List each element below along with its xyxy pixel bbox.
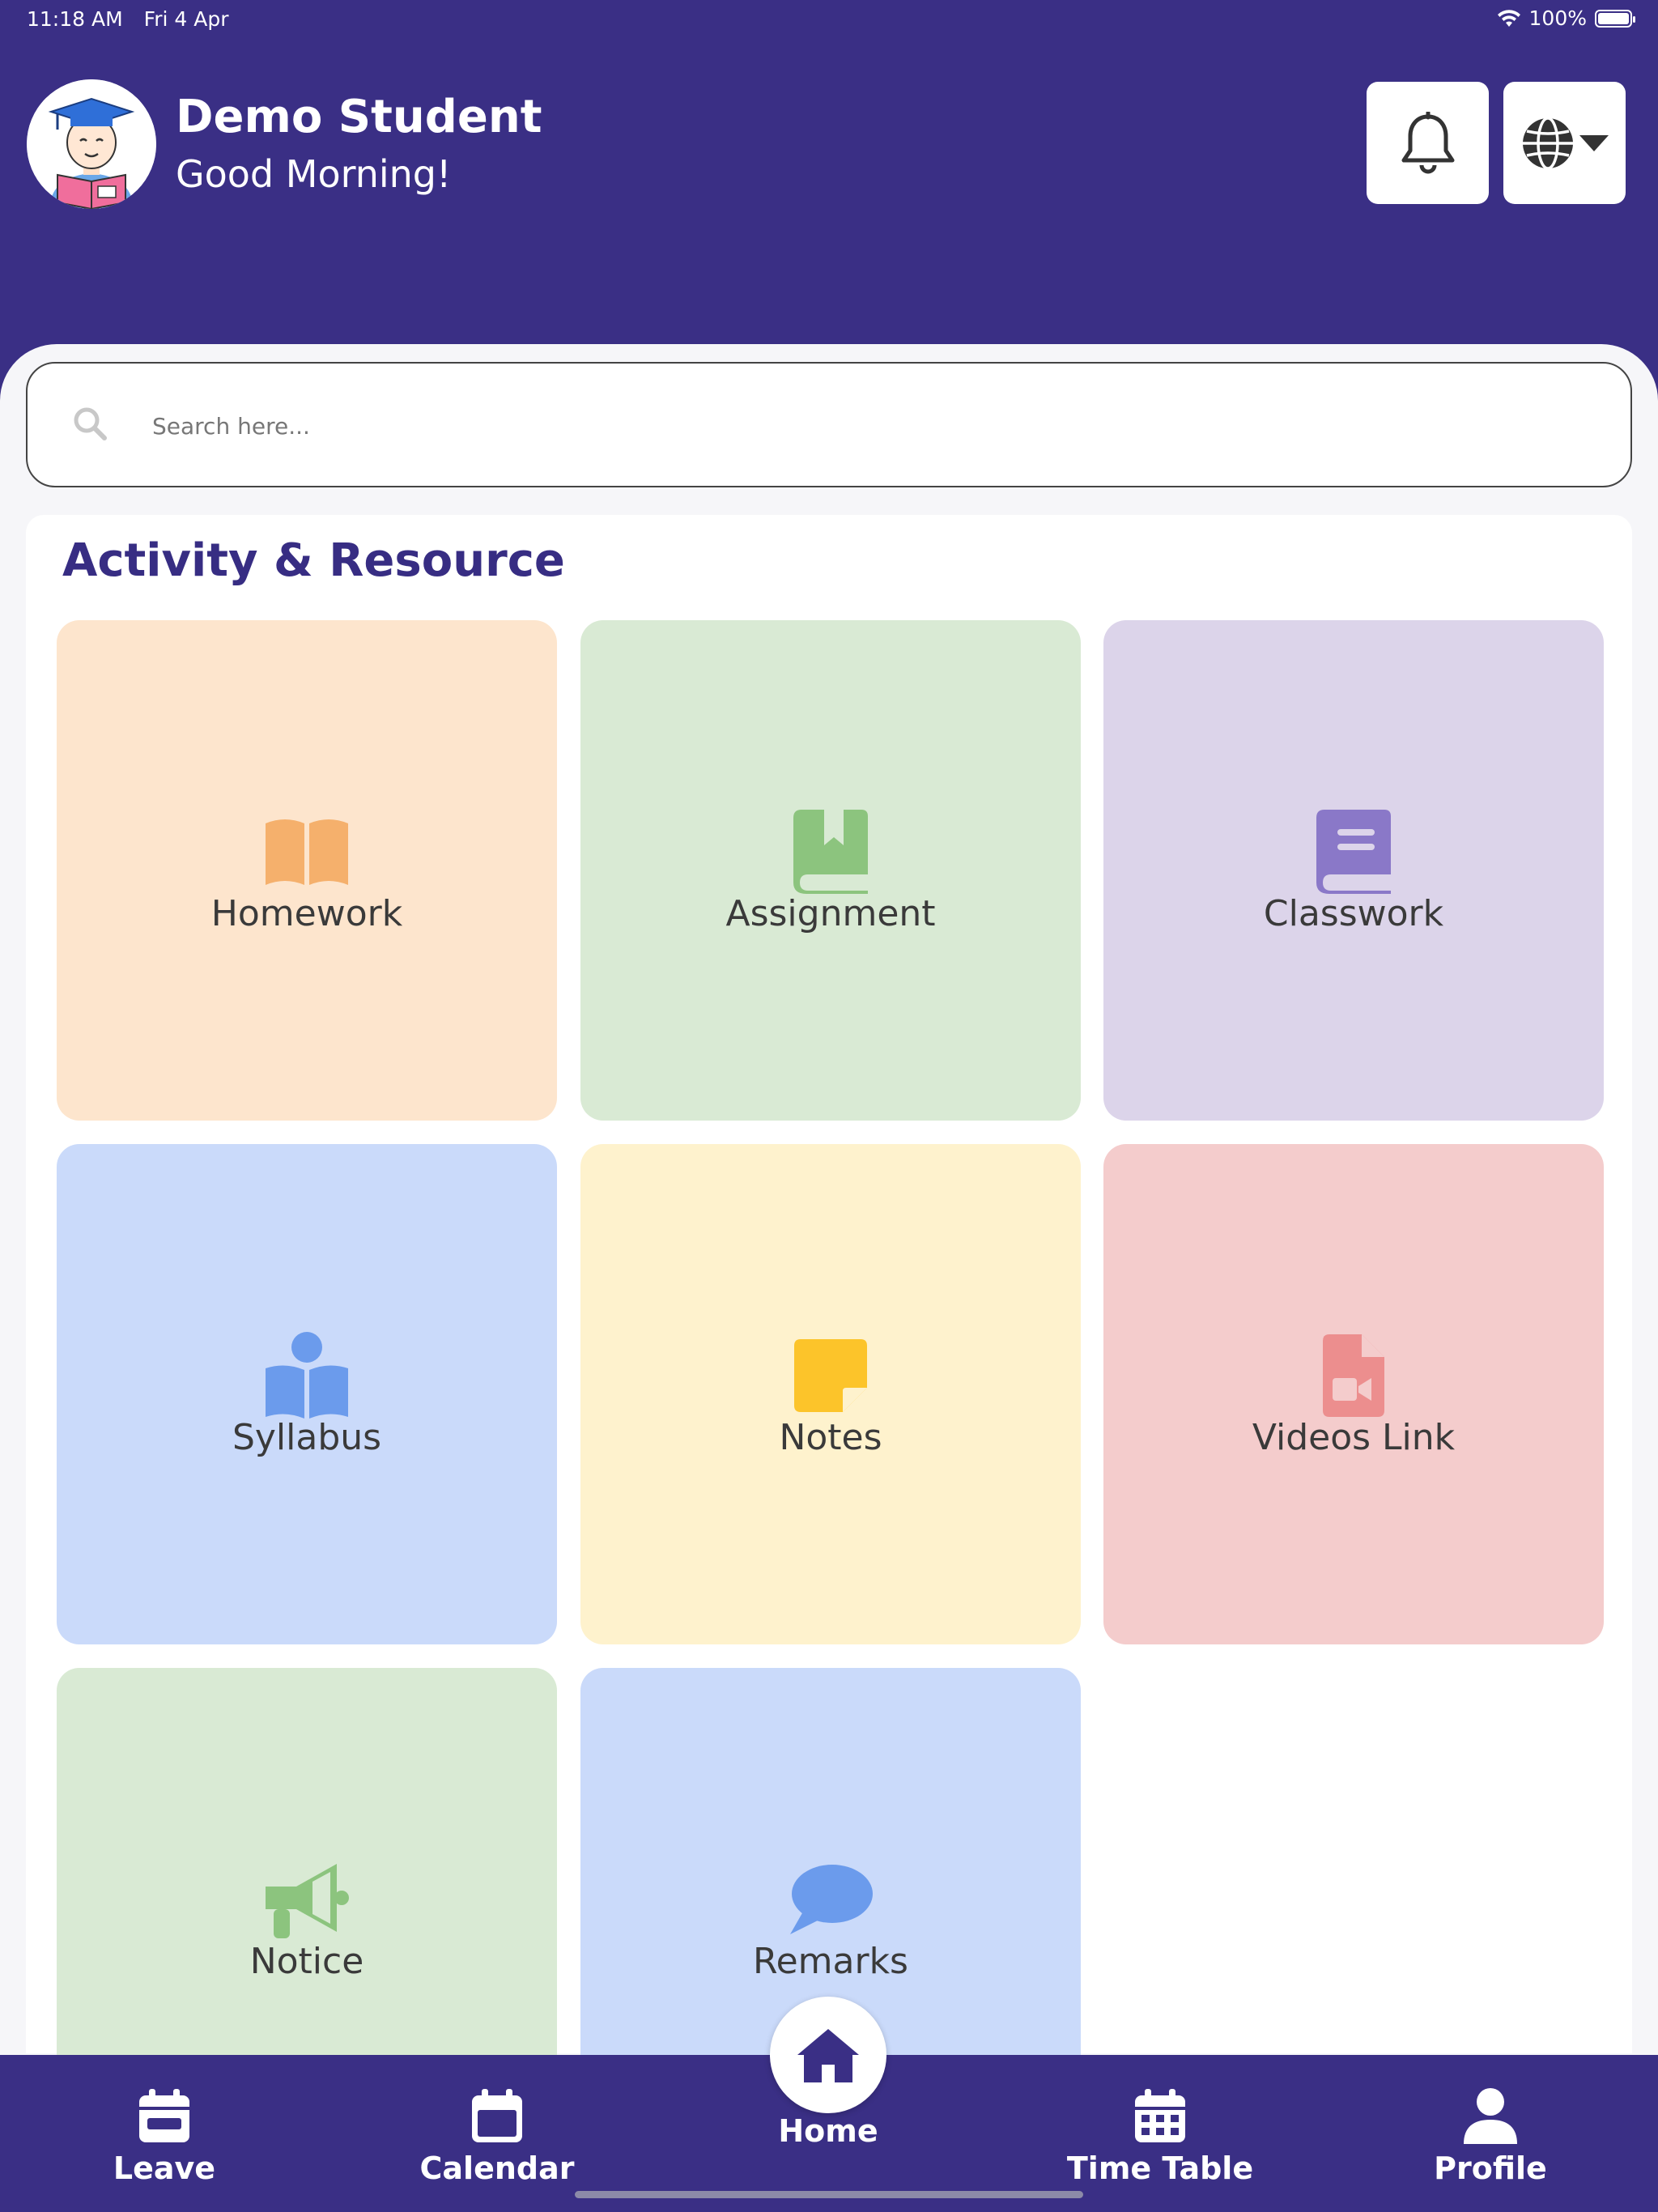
reader-icon xyxy=(262,1331,351,1420)
leave-calendar-icon xyxy=(139,2089,189,2142)
battery-fill xyxy=(1598,12,1629,24)
globe-icon xyxy=(1522,116,1573,170)
open-book-icon xyxy=(262,807,351,896)
section-title: Activity & Resource xyxy=(62,534,565,587)
bell-icon xyxy=(1401,111,1454,173)
greeting: Good Morning! xyxy=(176,152,452,196)
tile-label: Remarks xyxy=(753,1940,908,1982)
tile-notes[interactable]: Notes xyxy=(580,1144,1081,1644)
nav-timetable[interactable]: Time Table xyxy=(1039,2087,1282,2186)
nav-profile[interactable]: Profile xyxy=(1369,2087,1612,2186)
search-icon xyxy=(74,407,107,440)
status-left: 11:18 AM Fri 4 Apr xyxy=(27,7,229,31)
calendar-icon xyxy=(472,2089,522,2142)
search-bar[interactable] xyxy=(26,362,1632,487)
profile-icon xyxy=(1464,2088,1517,2144)
video-file-icon xyxy=(1309,1331,1398,1420)
notifications-button[interactable] xyxy=(1367,82,1489,204)
status-date: Fri 4 Apr xyxy=(143,7,229,31)
tile-label: Notice xyxy=(249,1940,364,1982)
tile-classwork[interactable]: Classwork xyxy=(1103,620,1604,1121)
user-name: Demo Student xyxy=(176,91,542,143)
tile-label: Assignment xyxy=(725,892,936,934)
megaphone-icon xyxy=(262,1855,351,1944)
status-time: 11:18 AM xyxy=(27,7,123,31)
tile-label: Syllabus xyxy=(232,1416,382,1458)
status-bar: 11:18 AM Fri 4 Apr 100% xyxy=(0,0,1658,39)
timetable-icon xyxy=(1135,2089,1185,2142)
wifi-icon xyxy=(1497,9,1520,27)
nav-calendar[interactable]: Calendar xyxy=(376,2087,619,2186)
tile-assignment[interactable]: Assignment xyxy=(580,620,1081,1121)
nav-home[interactable] xyxy=(770,1997,886,2113)
language-selector[interactable] xyxy=(1503,82,1626,204)
speech-bubble-icon xyxy=(786,1855,875,1944)
tile-videos-link[interactable]: Videos Link xyxy=(1103,1144,1604,1644)
avatar[interactable] xyxy=(27,79,156,209)
bookmark-book-icon xyxy=(786,807,875,896)
search-input[interactable] xyxy=(151,396,1595,456)
nav-timetable-label: Time Table xyxy=(1066,2150,1254,2186)
tile-homework[interactable]: Homework xyxy=(57,620,557,1121)
tile-label: Notes xyxy=(779,1416,882,1458)
nav-home-label: Home xyxy=(778,2113,878,2149)
closed-book-icon xyxy=(1309,807,1398,896)
nav-calendar-label: Calendar xyxy=(419,2150,575,2186)
nav-leave-label: Leave xyxy=(113,2150,216,2186)
home-icon xyxy=(797,2029,859,2082)
nav-profile-label: Profile xyxy=(1434,2150,1547,2186)
tile-label: Homework xyxy=(210,892,403,934)
battery-icon xyxy=(1595,9,1635,28)
tile-label: Videos Link xyxy=(1252,1416,1456,1458)
sticky-note-icon xyxy=(786,1331,875,1420)
tile-label: Classwork xyxy=(1263,892,1444,934)
home-indicator xyxy=(575,2191,1083,2198)
chevron-down-icon xyxy=(1579,134,1609,151)
tile-syllabus[interactable]: Syllabus xyxy=(57,1144,557,1644)
app-root: 11:18 AM Fri 4 Apr 100% Demo Student Goo… xyxy=(0,0,1658,2212)
battery-percent: 100% xyxy=(1528,6,1587,30)
status-right: 100% xyxy=(1497,6,1635,30)
student-avatar-icon xyxy=(27,79,156,209)
nav-leave[interactable]: Leave xyxy=(43,2087,286,2186)
